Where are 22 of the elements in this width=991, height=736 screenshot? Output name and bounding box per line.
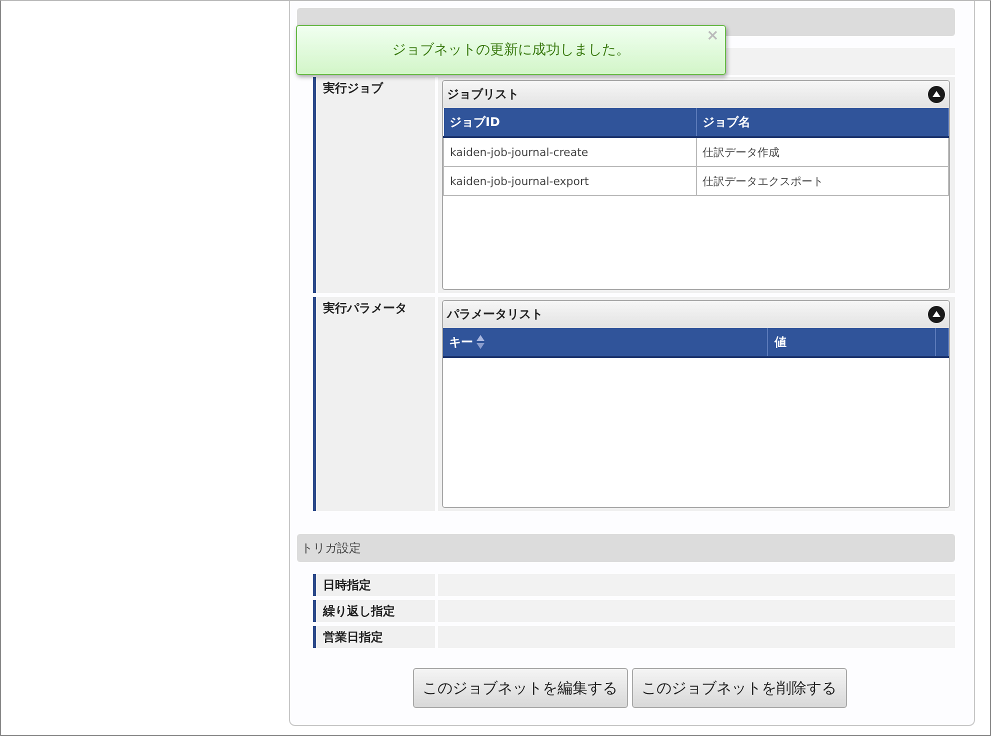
- table-cell: 仕訳データエクスポート: [696, 166, 948, 196]
- column-header[interactable]: 値: [768, 328, 936, 357]
- list-title: パラメータリスト: [447, 306, 543, 323]
- table-cell: 仕訳データ作成: [696, 137, 948, 166]
- table-cell: kaiden-job-journal-export: [444, 166, 696, 196]
- action-button[interactable]: このジョブネットを削除する: [632, 668, 846, 708]
- notification-message: ジョブネットの更新に成功しました。: [392, 41, 630, 59]
- column-header[interactable]: ジョブ名: [696, 108, 948, 137]
- row-label: 実行パラメータ: [313, 297, 435, 511]
- table-cell: kaiden-job-journal-create: [444, 137, 696, 166]
- row-label: 実行ジョブ: [313, 77, 435, 293]
- collapse-icon[interactable]: [928, 86, 945, 103]
- row-label: 繰り返し指定: [313, 600, 435, 622]
- sort-icon[interactable]: [476, 334, 485, 350]
- section-header: トリガ設定: [297, 534, 955, 562]
- collapse-icon[interactable]: [928, 306, 945, 323]
- row-label: 日時指定: [313, 574, 435, 596]
- action-button[interactable]: このジョブネットを編集する: [412, 668, 628, 708]
- column-header[interactable]: キー: [443, 328, 768, 357]
- row-label: 営業日指定: [313, 626, 435, 648]
- list-title: ジョブリスト: [447, 86, 519, 103]
- column-header[interactable]: ジョブID: [444, 108, 696, 137]
